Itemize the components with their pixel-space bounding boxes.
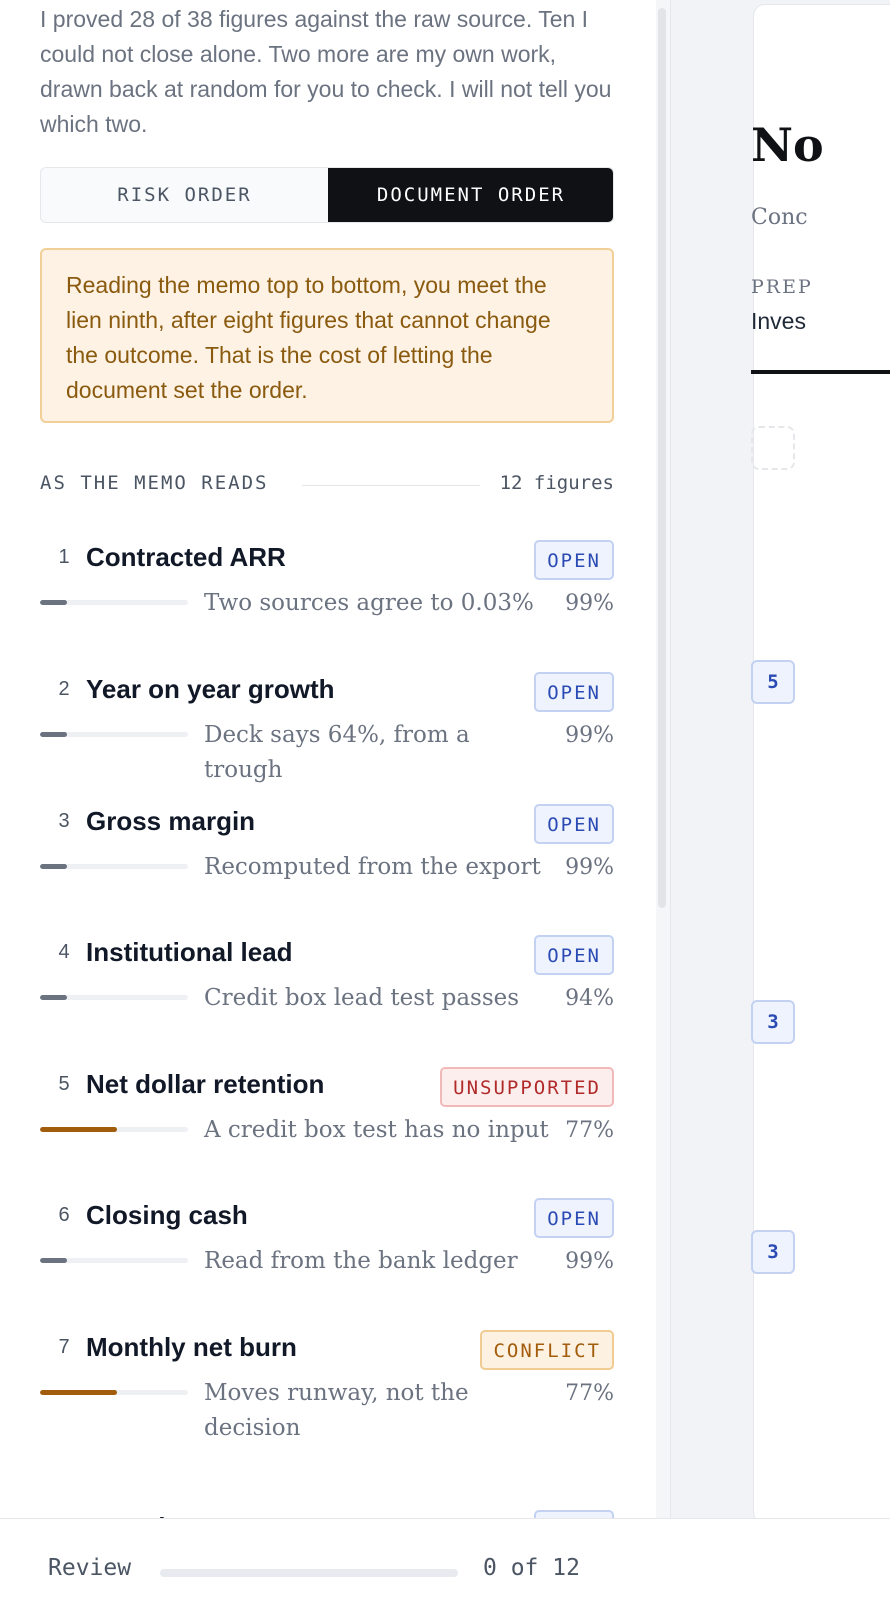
risk-bar [40, 600, 188, 605]
risk-order-button[interactable]: RISK ORDER [41, 168, 328, 222]
status-badge[interactable]: OPEN [534, 1510, 614, 1518]
figure-item[interactable]: 3 Gross margin OPEN Recomputed from the exp… [40, 800, 614, 932]
investor-name: Inves [751, 308, 806, 334]
figure-item[interactable]: 5 Net dollar retention UNSUPPORTED A credit… [40, 1063, 614, 1195]
figure-count: 12 figures [499, 472, 614, 494]
review-footer: Review 0 of 12 [0, 1518, 890, 1620]
figure-number: 4 [58, 941, 70, 963]
section-title: AS THE MEMO READS [40, 472, 269, 494]
figure-name: Monthly net burn [86, 1332, 297, 1362]
risk-bar-fill [40, 600, 67, 605]
section-header: AS THE MEMO READS 12 figures [40, 472, 614, 498]
status-badge[interactable]: OPEN [534, 672, 614, 712]
figure-number: 5 [58, 1073, 70, 1095]
risk-bar [40, 1258, 188, 1263]
figure-name: Institutional lead [86, 937, 293, 967]
prepared-label: PREP [751, 276, 813, 298]
figure-description: Read from the bank ledger [204, 1248, 518, 1274]
figure-name: Closing cash [86, 1200, 248, 1230]
risk-bar [40, 1390, 188, 1395]
order-notice: Reading the memo top to bottom, you meet… [40, 248, 614, 423]
status-badge[interactable]: CONFLICT [480, 1330, 614, 1370]
figure-name: Contracted ARR [86, 542, 286, 572]
review-label: Review [48, 1555, 132, 1581]
scrollbar[interactable] [656, 0, 670, 1518]
confidence-value: 99% [565, 1249, 614, 1274]
document-panel: No Conc PREP Inves 5 3 3 [671, 0, 890, 1518]
figure-item[interactable]: 4 Institutional lead OPEN Credit box lead t… [40, 931, 614, 1063]
confidence-value: 99% [565, 855, 614, 880]
figure-description: Recomputed from the export [204, 854, 541, 880]
confidence-value: 99% [565, 723, 614, 748]
confidence-value: 77% [565, 1118, 614, 1143]
figure-name: Year on year growth [86, 674, 335, 704]
figure-description: Moves runway, not the decision [204, 1380, 469, 1441]
status-badge[interactable]: UNSUPPORTED [440, 1067, 614, 1107]
figure-item[interactable]: 8Post draw runwayOPEN [40, 1506, 614, 1518]
figure-number: 7 [58, 1336, 70, 1358]
risk-bar-fill [40, 1127, 117, 1132]
risk-bar-fill [40, 995, 67, 1000]
document-page [753, 4, 890, 1518]
document-rule [751, 370, 890, 374]
status-badge[interactable]: OPEN [534, 935, 614, 975]
document-title: No [751, 118, 824, 172]
figure-number: 1 [58, 546, 70, 568]
status-badge[interactable]: OPEN [534, 804, 614, 844]
figure-description: Credit box lead test passes [204, 985, 520, 1011]
risk-bar-fill [40, 1390, 117, 1395]
figure-description: Two sources agree to 0.03% [204, 590, 534, 616]
document-order-button[interactable]: DOCUMENT ORDER [328, 168, 613, 222]
intro-text: I proved 28 of 38 figures against the ra… [40, 6, 612, 137]
risk-bar-fill [40, 1258, 67, 1263]
figure-description: A credit box test has no input [204, 1117, 549, 1143]
figure-item[interactable]: 2 Year on year growth OPEN Deck says 64%, f… [40, 668, 614, 800]
risk-bar-fill [40, 732, 67, 737]
figure-item[interactable]: 6 Closing cash OPEN Read from the bank ledg… [40, 1194, 614, 1326]
figure-name: Gross margin [86, 806, 256, 836]
figure-description: Deck says 64%, from a trough [204, 722, 470, 783]
figure-item[interactable]: 7 Monthly net burn CONFLICT Moves runway, n… [40, 1326, 614, 1458]
section-divider [302, 485, 480, 486]
scrollbar-thumb[interactable] [658, 8, 666, 908]
document-marker[interactable]: 5 [751, 660, 795, 704]
risk-bar [40, 1127, 188, 1132]
document-marker[interactable]: 3 [751, 1230, 795, 1274]
confidence-value: 99% [565, 591, 614, 616]
figure-number: 6 [58, 1204, 70, 1226]
order-toggle: RISK ORDER DOCUMENT ORDER [40, 167, 614, 223]
risk-bar-fill [40, 864, 67, 869]
risk-bar [40, 732, 188, 737]
figure-name: Net dollar retention [86, 1069, 325, 1099]
document-subtitle: Conc [751, 205, 808, 230]
figure-number: 2 [58, 678, 70, 700]
review-count: 0 of 12 [483, 1555, 580, 1581]
review-panel: I proved 28 of 38 figures against the ra… [0, 0, 660, 1518]
risk-bar [40, 995, 188, 1000]
risk-bar [40, 864, 188, 869]
figure-item[interactable]: 1 Contracted ARR OPEN Two sources agree to … [40, 536, 614, 668]
status-badge[interactable]: OPEN [534, 1198, 614, 1238]
figure-number: 3 [58, 810, 70, 832]
confidence-value: 94% [565, 986, 614, 1011]
review-progress-bar [160, 1569, 458, 1577]
confidence-value: 77% [565, 1381, 614, 1406]
status-badge[interactable]: OPEN [534, 540, 614, 580]
document-placeholder-box [751, 426, 795, 470]
document-marker[interactable]: 3 [751, 1000, 795, 1044]
